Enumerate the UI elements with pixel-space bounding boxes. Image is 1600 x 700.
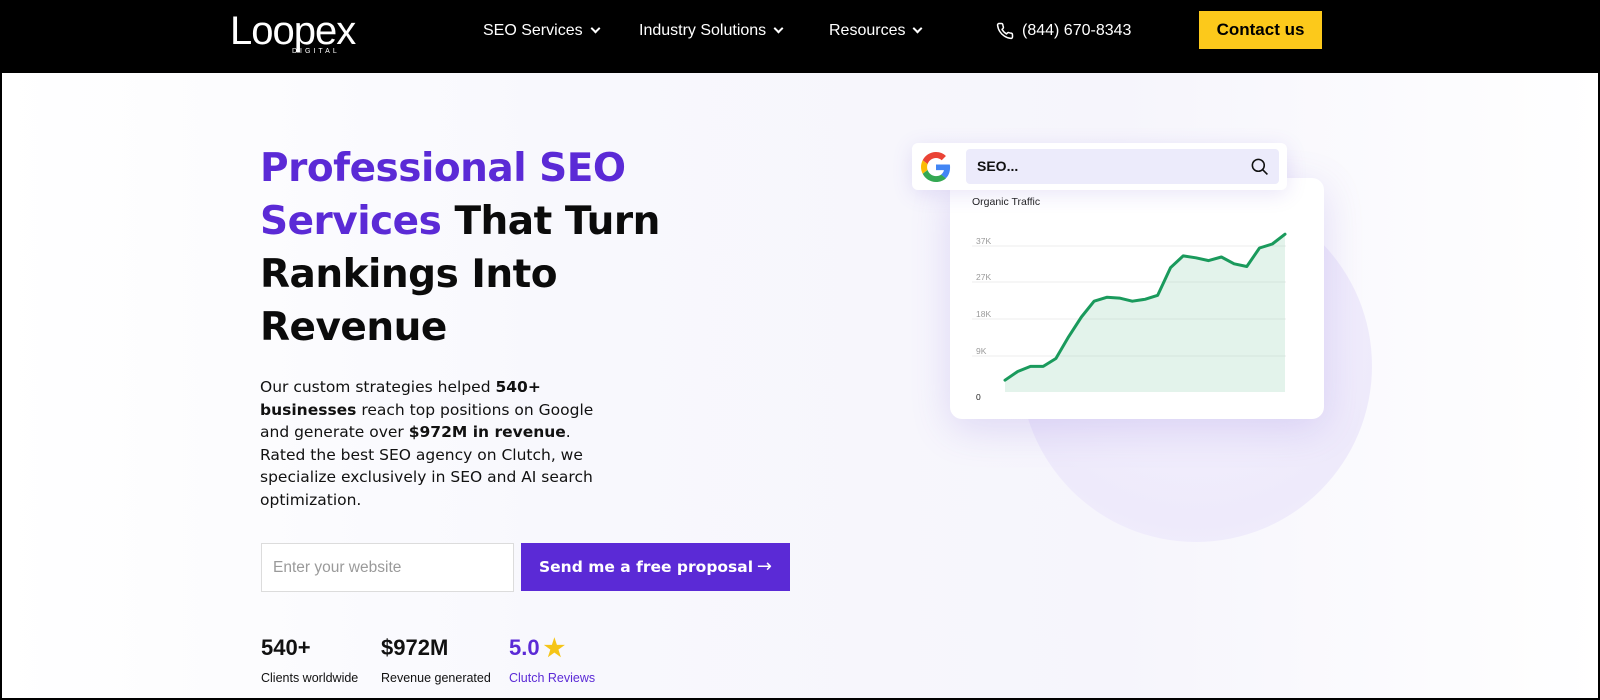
y-tick-label: 27K xyxy=(976,272,991,282)
stat-value: $972M xyxy=(381,635,449,660)
website-input[interactable] xyxy=(261,543,514,592)
nav-resources[interactable]: Resources xyxy=(829,20,923,42)
y-tick-label: 9K xyxy=(976,346,987,356)
y-tick-label: 0 xyxy=(976,392,981,402)
y-tick-label: 18K xyxy=(976,309,991,319)
traffic-chart-card: Organic Traffic 37K 27K 18K 9K 0 xyxy=(950,178,1324,419)
nav-label: SEO Services xyxy=(483,22,583,39)
contact-us-button[interactable]: Contact us xyxy=(1199,11,1322,49)
search-field: SEO... xyxy=(966,149,1279,184)
site-header: Loopex DIGITAL SEO Services Industry Sol… xyxy=(0,0,1600,73)
stat-label: Clutch Reviews xyxy=(509,671,596,685)
search-icon xyxy=(1251,158,1268,175)
stat-value: 5.0 xyxy=(509,635,540,660)
chevron-down-icon xyxy=(590,23,601,34)
arrow-right-icon: → xyxy=(756,556,772,577)
nav-industry-solutions[interactable]: Industry Solutions xyxy=(639,20,784,42)
send-proposal-button[interactable]: Send me a free proposal → xyxy=(521,543,790,591)
google-search-widget: SEO... xyxy=(912,143,1287,190)
phone-icon xyxy=(996,22,1014,40)
stat-clutch[interactable]: 5.0 ★ Clutch Reviews xyxy=(509,633,595,687)
stat-label: Revenue generated xyxy=(381,671,491,685)
traffic-chart: 37K 27K 18K 9K 0 xyxy=(972,232,1287,402)
nav-seo-services[interactable]: SEO Services xyxy=(483,20,601,42)
hero-headline: Professional SEO Services That Turn Rank… xyxy=(260,142,700,354)
stat-revenue: $972M Revenue generated xyxy=(381,633,491,687)
stat-value: 540+ xyxy=(261,635,311,660)
hero-description: Our custom strategies helped 540+ busine… xyxy=(260,376,610,512)
chevron-down-icon xyxy=(913,23,923,34)
cta-label: Send me a free proposal xyxy=(539,558,754,576)
nav-label: Resources xyxy=(829,22,906,39)
phone-number: (844) 670-8343 xyxy=(1022,22,1132,39)
logo[interactable]: Loopex DIGITAL xyxy=(230,8,360,58)
stat-label: Clients worldwide xyxy=(261,671,359,685)
chevron-down-icon xyxy=(773,23,784,34)
logo-subtext: DIGITAL xyxy=(292,48,340,55)
desc-text: Our custom strategies helped xyxy=(260,378,496,396)
search-query: SEO... xyxy=(977,158,1019,174)
stat-clients: 540+ Clients worldwide xyxy=(261,633,358,687)
desc-bold: $972M in revenue xyxy=(408,423,566,442)
google-icon xyxy=(921,152,951,182)
nav-label: Industry Solutions xyxy=(639,22,767,39)
traffic-area xyxy=(1005,234,1285,392)
y-tick-label: 37K xyxy=(976,236,991,246)
star-icon: ★ xyxy=(543,635,566,662)
